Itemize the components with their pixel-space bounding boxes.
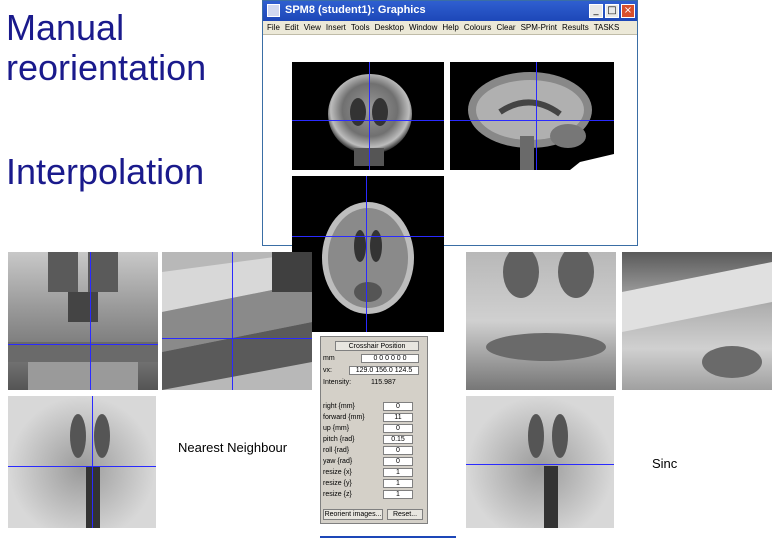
vx-label: vx: [323,367,332,374]
param-yaw-value[interactable]: 0 [383,457,413,466]
menu-view[interactable]: View [304,21,321,34]
param-resize-y-label: resize {y} [323,480,352,487]
intensity-value: 115.987 [371,379,396,386]
reorient-panel: Crosshair Position mm 0 0 0 0 0 0 vx: 12… [320,336,428,524]
nearest-coronal-crosshair-v [90,252,91,390]
menu-insert[interactable]: Insert [326,21,346,34]
nearest-axial-crosshair-h [8,466,156,467]
nearest-axial-tile [8,396,156,528]
param-resize-y-value[interactable]: 1 [383,479,413,488]
menu-desktop[interactable]: Desktop [375,21,404,34]
heading-manual-line1: Manual [6,7,125,48]
param-up-label: up {mm} [323,425,350,432]
mm-label: mm [323,355,335,362]
sinc-coronal-image [486,252,606,361]
param-resize-z-label: resize {z} [323,491,352,498]
sagittal-crosshair-v [536,62,537,170]
param-yaw-label: yaw {rad} [323,458,353,465]
nearest-coronal-tile [8,252,158,390]
menu-tasks[interactable]: TASKS [594,21,620,34]
param-forward-value[interactable]: 11 [383,413,413,422]
sinc-axial-crosshair-h [466,464,614,465]
intensity-label: Intensity: [323,379,352,386]
heading-manual-reorientation: Manual reorientation [6,8,206,88]
nearest-coronal-crosshair-h [8,344,158,345]
axial-brain-image [322,202,414,314]
menu-colours[interactable]: Colours [464,21,492,34]
param-pitch-value[interactable]: 0.15 [383,435,413,444]
nearest-coronal-image [8,252,158,390]
menu-results[interactable]: Results [562,21,589,34]
axial-crosshair-v [366,176,367,332]
param-resize-z-value[interactable]: 1 [383,490,413,499]
nearest-axial-crosshair-v [92,396,93,528]
coronal-crosshair-v [369,62,370,170]
menu-edit[interactable]: Edit [285,21,299,34]
sinc-sagittal-image [622,262,772,378]
mm-value[interactable]: 0 0 0 0 0 0 [361,354,419,363]
param-forward-label: forward {mm} [323,414,365,421]
axial-crosshair-h [292,236,444,237]
param-right-label: right {mm} [323,403,355,410]
reorient-images-button[interactable]: Reorient images... [323,509,383,520]
nearest-sagittal-tile [162,252,312,390]
coronal-view[interactable] [292,62,444,170]
menu-spm-print[interactable]: SPM-Print [521,21,557,34]
nearest-sagittal-crosshair-h [162,338,312,339]
sagittal-view[interactable] [450,62,614,170]
reset-button[interactable]: Reset... [387,509,423,520]
param-pitch-label: pitch {rad} [323,436,355,443]
sagittal-crosshair-h [450,120,614,121]
caption-sinc: Sinc [652,456,678,471]
nearest-sagittal-image [162,252,312,390]
crosshair-position-header: Crosshair Position [335,341,419,351]
nearest-axial-image [70,414,110,528]
param-right-value[interactable]: 0 [383,402,413,411]
menu-bar: File Edit View Insert Tools Desktop Wind… [263,21,637,35]
sinc-axial-tile [466,396,614,528]
app-icon [267,4,280,17]
coronal-crosshair-h [292,120,444,121]
sinc-sagittal-tile [622,252,772,390]
sagittal-brain-image [468,72,614,170]
window-title: SPM8 (student1): Graphics [285,4,426,16]
sinc-axial-image [528,414,568,528]
param-resize-x-label: resize {x} [323,469,352,476]
param-up-value[interactable]: 0 [383,424,413,433]
menu-help[interactable]: Help [442,21,458,34]
axial-view[interactable] [292,176,444,332]
caption-nearest-neighbour: Nearest Neighbour [178,440,288,455]
param-roll-label: roll {rad} [323,447,350,454]
nearest-sagittal-crosshair-v [232,252,233,390]
param-resize-x-value[interactable]: 1 [383,468,413,477]
close-button[interactable]: × [621,4,635,18]
heading-manual-line2: reorientation [6,47,207,88]
sinc-coronal-tile [466,252,616,390]
window-title-bar[interactable]: SPM8 (student1): Graphics _ □ × [263,1,637,21]
panel-underline [320,536,456,538]
coronal-brain-image [328,74,412,166]
maximize-button[interactable]: □ [605,4,619,18]
menu-clear[interactable]: Clear [496,21,515,34]
minimize-button[interactable]: _ [589,4,603,18]
menu-window[interactable]: Window [409,21,437,34]
heading-interpolation: Interpolation [6,151,205,192]
vx-value[interactable]: 129.0 156.0 124.5 [349,366,419,375]
menu-file[interactable]: File [267,21,280,34]
menu-tools[interactable]: Tools [351,21,370,34]
param-roll-value[interactable]: 0 [383,446,413,455]
